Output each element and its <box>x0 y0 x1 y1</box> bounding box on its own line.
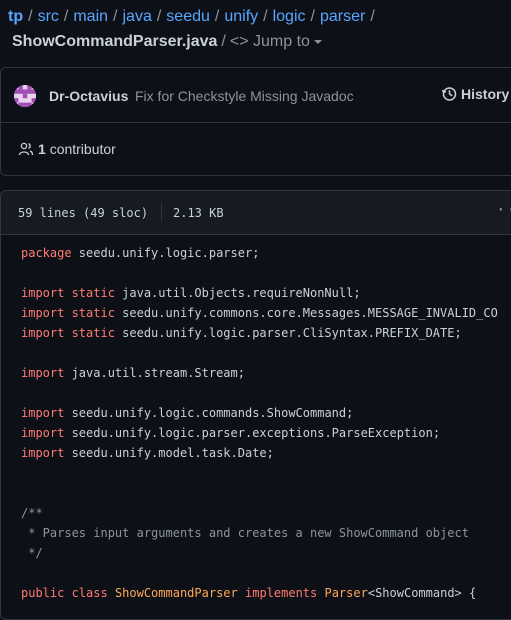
breadcrumb-separator: / <box>63 8 69 25</box>
chevron-down-icon <box>313 39 322 44</box>
more-options-icon[interactable]: ··· <box>496 200 511 219</box>
code-line: import seedu.unify.model.task.Date; <box>21 443 511 463</box>
code-line: import java.util.stream.Stream; <box>21 363 511 383</box>
jump-to-button[interactable]: <> Jump to <box>230 33 322 50</box>
code-comment: * Parses input arguments and creates a n… <box>21 526 469 540</box>
breadcrumb-separator: / <box>214 8 220 25</box>
identicon-icon <box>14 85 36 107</box>
history-label: History <box>461 86 510 102</box>
jump-to-label: Jump to <box>253 33 310 50</box>
code-text: seedu.unify.commons.core.Messages.MESSAG… <box>114 306 498 320</box>
breadcrumb-link-src[interactable]: src <box>38 8 59 25</box>
code-keyword: import <box>21 426 65 440</box>
code-keyword: package <box>21 246 72 260</box>
code-text: seedu.unify.logic.parser.exceptions.Pars… <box>64 426 441 440</box>
breadcrumb: tp / src / main / java / seedu / unify / logic / parse… <box>8 5 508 54</box>
code-line: */ <box>21 543 511 563</box>
code-line: /** <box>21 503 511 523</box>
commit-message-link[interactable]: Fix for Checkstyle Missing Javadoc <box>135 88 354 104</box>
code-comment: /** <box>21 506 43 520</box>
breadcrumb-repo-link[interactable]: tp <box>8 8 23 25</box>
breadcrumb-separator: / <box>113 8 118 25</box>
code-text: <ShowCommand> { <box>367 586 477 600</box>
code-line: * Parses input arguments and creates a n… <box>21 523 511 543</box>
contributors-count: 1 <box>38 141 46 157</box>
code-text: java.util.Objects.requireNonNull; <box>114 286 361 300</box>
contributors-link[interactable]: 1 contributor <box>18 141 116 157</box>
code-brackets-icon: <> <box>229 33 249 50</box>
code-text: seedu.unify.model.task.Date; <box>64 446 274 460</box>
code-keyword: import static <box>21 326 115 340</box>
commit-author-link[interactable]: Dr-Octavius <box>49 88 128 104</box>
commit-info-box: Dr-Octavius Fix for Checkstyle Missing J… <box>0 67 511 176</box>
contributors-label: contributor <box>49 141 116 157</box>
breadcrumb-separator: / <box>221 33 226 50</box>
breadcrumb-separator: / <box>310 8 315 25</box>
code-text: java.util.stream.Stream; <box>64 366 245 380</box>
file-viewer: 59 lines (49 sloc) 2.13 KB ··· package s… <box>0 190 511 620</box>
file-line-count: 59 lines (49 sloc) <box>18 206 149 220</box>
file-header: 59 lines (49 sloc) 2.13 KB ··· <box>1 191 511 235</box>
code-line: import static seedu.unify.logic.parser.C… <box>21 323 511 343</box>
breadcrumb-file-row: ShowCommandParser.java / <> Jump to <box>8 30 508 54</box>
breadcrumb-link-java[interactable]: java <box>122 8 151 25</box>
breadcrumb-separator: / <box>156 8 162 25</box>
clock-icon <box>441 87 457 101</box>
code-line: import seedu.unify.logic.parser.exceptio… <box>21 423 511 443</box>
breadcrumb-file-name: ShowCommandParser.java <box>12 33 218 50</box>
code-line: import static java.util.Objects.requireN… <box>21 283 511 303</box>
code-keyword: public class <box>21 586 108 600</box>
code-keyword: import <box>21 406 65 420</box>
header-divider <box>161 203 162 221</box>
code-content: package seedu.unify.logic.parser; import … <box>21 243 511 603</box>
code-keyword: import static <box>21 306 115 320</box>
breadcrumb-separator: / <box>28 8 33 25</box>
code-text: seedu.unify.logic.parser; <box>71 246 260 260</box>
breadcrumb-link-seedu[interactable]: seedu <box>166 8 210 25</box>
code-line: package seedu.unify.logic.parser; <box>21 243 511 263</box>
code-line: public class ShowCommandParser implement… <box>21 583 511 603</box>
breadcrumb-link-unify[interactable]: unify <box>224 8 258 25</box>
code-class-name: Parser <box>324 586 368 600</box>
code-text: seedu.unify.logic.commands.ShowCommand; <box>64 406 354 420</box>
code-keyword: import <box>21 446 65 460</box>
breadcrumb-separator: / <box>263 8 268 25</box>
people-icon <box>18 142 34 156</box>
breadcrumb-link-parser[interactable]: parser <box>320 8 365 25</box>
code-keyword: import static <box>21 286 115 300</box>
breadcrumb-link-logic[interactable]: logic <box>273 8 306 25</box>
code-class-name: ShowCommandParser <box>114 586 238 600</box>
code-line: import static seedu.unify.commons.core.M… <box>21 303 511 323</box>
code-comment: */ <box>21 546 43 560</box>
file-size: 2.13 KB <box>173 206 224 220</box>
breadcrumb-path-row: tp / src / main / java / seedu / unify / logic / parse… <box>8 5 508 29</box>
code-line: import seedu.unify.logic.commands.ShowCo… <box>21 403 511 423</box>
code-keyword: import <box>21 366 65 380</box>
code-keyword: implements <box>245 586 318 600</box>
breadcrumb-separator: / <box>370 8 375 25</box>
history-button[interactable]: History <box>441 86 509 102</box>
code-text: seedu.unify.logic.parser.CliSyntax.PREFI… <box>114 326 462 340</box>
identicon-avatar[interactable] <box>14 85 36 107</box>
breadcrumb-link-main[interactable]: main <box>73 8 108 25</box>
latest-commit-row: Dr-Octavius Fix for Checkstyle Missing J… <box>1 68 511 123</box>
